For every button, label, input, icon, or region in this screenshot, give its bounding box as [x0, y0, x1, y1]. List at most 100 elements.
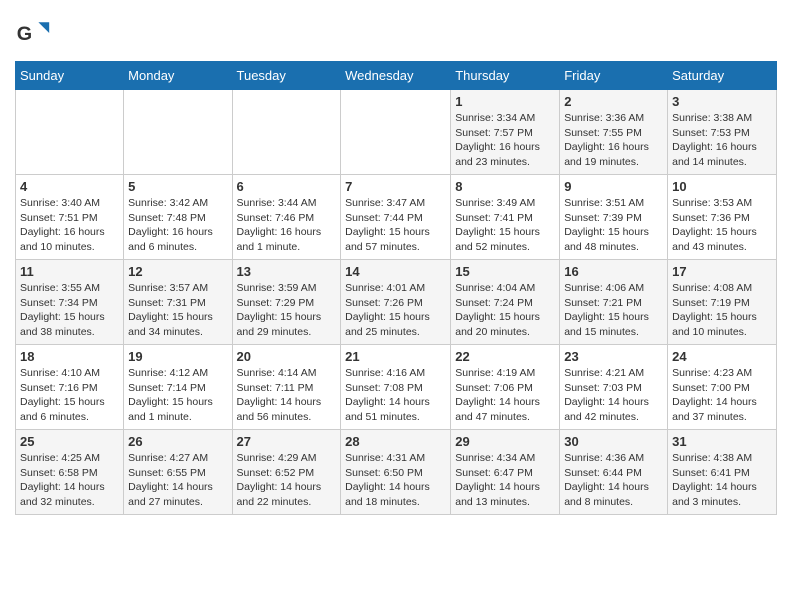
day-info: Sunrise: 3:40 AMSunset: 7:51 PMDaylight:… [20, 196, 119, 255]
day-info: Sunrise: 4:23 AMSunset: 7:00 PMDaylight:… [672, 366, 772, 425]
day-number: 16 [564, 264, 663, 279]
day-number: 30 [564, 434, 663, 449]
logo-icon: G [15, 15, 51, 51]
weekday-header-sunday: Sunday [16, 62, 124, 90]
calendar-cell: 29Sunrise: 4:34 AMSunset: 6:47 PMDayligh… [451, 430, 560, 515]
calendar-cell: 8Sunrise: 3:49 AMSunset: 7:41 PMDaylight… [451, 175, 560, 260]
calendar-cell: 25 Sunrise: 4:25 AMSunset: 6:58 PMDayligh… [16, 430, 124, 515]
calendar-cell: 31 Sunrise: 4:38 AMSunset: 6:41 PMDayligh… [668, 430, 777, 515]
calendar-cell: 14Sunrise: 4:01 AMSunset: 7:26 PMDayligh… [341, 260, 451, 345]
calendar-cell: 28 Sunrise: 4:31 AMSunset: 6:50 PMDayligh… [341, 430, 451, 515]
calendar-cell: 20 Sunrise: 4:14 AMSunset: 7:11 PMDayligh… [232, 345, 341, 430]
day-info: Sunrise: 3:51 AMSunset: 7:39 PMDaylight:… [564, 196, 663, 255]
day-info: Sunrise: 3:55 AMSunset: 7:34 PMDaylight:… [20, 281, 119, 340]
day-info: Sunrise: 4:29 AMSunset: 6:52 PMDaylight:… [237, 451, 337, 510]
day-info: Sunrise: 3:42 AMSunset: 7:48 PMDaylight:… [128, 196, 227, 255]
day-number: 25 [20, 434, 119, 449]
calendar-cell: 23Sunrise: 4:21 AMSunset: 7:03 PMDayligh… [560, 345, 668, 430]
day-info: Sunrise: 4:21 AMSunset: 7:03 PMDaylight:… [564, 366, 663, 425]
day-number: 17 [672, 264, 772, 279]
day-number: 8 [455, 179, 555, 194]
day-info: Sunrise: 4:38 AMSunset: 6:41 PMDaylight:… [672, 451, 772, 510]
day-number: 15 [455, 264, 555, 279]
day-number: 28 [345, 434, 446, 449]
day-info: Sunrise: 4:08 AMSunset: 7:19 PMDaylight:… [672, 281, 772, 340]
day-number: 24 [672, 349, 772, 364]
svg-text:G: G [17, 23, 32, 45]
day-info: Sunrise: 4:27 AMSunset: 6:55 PMDaylight:… [128, 451, 227, 510]
day-info: Sunrise: 3:53 AMSunset: 7:36 PMDaylight:… [672, 196, 772, 255]
day-number: 20 [237, 349, 337, 364]
weekday-header-monday: Monday [124, 62, 232, 90]
calendar-cell [341, 90, 451, 175]
day-info: Sunrise: 4:10 AMSunset: 7:16 PMDaylight:… [20, 366, 119, 425]
day-number: 9 [564, 179, 663, 194]
calendar-cell: 5Sunrise: 3:42 AMSunset: 7:48 PMDaylight… [124, 175, 232, 260]
day-number: 13 [237, 264, 337, 279]
day-number: 22 [455, 349, 555, 364]
page-header: G [15, 15, 777, 51]
day-number: 27 [237, 434, 337, 449]
calendar-cell [124, 90, 232, 175]
day-number: 3 [672, 94, 772, 109]
day-number: 10 [672, 179, 772, 194]
calendar-cell: 9 Sunrise: 3:51 AMSunset: 7:39 PMDaylight… [560, 175, 668, 260]
weekday-header-wednesday: Wednesday [341, 62, 451, 90]
calendar-cell: 22 Sunrise: 4:19 AMSunset: 7:06 PMDayligh… [451, 345, 560, 430]
day-info: Sunrise: 4:01 AMSunset: 7:26 PMDaylight:… [345, 281, 446, 340]
calendar-week-row: 4 Sunrise: 3:40 AMSunset: 7:51 PMDaylight… [16, 175, 777, 260]
calendar-cell: 6Sunrise: 3:44 AMSunset: 7:46 PMDaylight… [232, 175, 341, 260]
calendar-week-row: 25 Sunrise: 4:25 AMSunset: 6:58 PMDayligh… [16, 430, 777, 515]
day-info: Sunrise: 3:44 AMSunset: 7:46 PMDaylight:… [237, 196, 337, 255]
header-row: SundayMondayTuesdayWednesdayThursdayFrid… [16, 62, 777, 90]
day-number: 12 [128, 264, 227, 279]
day-number: 2 [564, 94, 663, 109]
day-info: Sunrise: 3:59 AMSunset: 7:29 PMDaylight:… [237, 281, 337, 340]
calendar-cell: 18 Sunrise: 4:10 AMSunset: 7:16 PMDayligh… [16, 345, 124, 430]
calendar-cell [232, 90, 341, 175]
calendar-cell: 17 Sunrise: 4:08 AMSunset: 7:19 PMDayligh… [668, 260, 777, 345]
logo: G [15, 15, 55, 51]
weekday-header-saturday: Saturday [668, 62, 777, 90]
calendar-cell [16, 90, 124, 175]
day-info: Sunrise: 3:34 AMSunset: 7:57 PMDaylight:… [455, 111, 555, 170]
calendar-table: SundayMondayTuesdayWednesdayThursdayFrid… [15, 61, 777, 515]
day-info: Sunrise: 4:14 AMSunset: 7:11 PMDaylight:… [237, 366, 337, 425]
day-number: 19 [128, 349, 227, 364]
calendar-cell: 2 Sunrise: 3:36 AMSunset: 7:55 PMDaylight… [560, 90, 668, 175]
calendar-week-row: 11 Sunrise: 3:55 AMSunset: 7:34 PMDayligh… [16, 260, 777, 345]
calendar-cell: 26 Sunrise: 4:27 AMSunset: 6:55 PMDayligh… [124, 430, 232, 515]
day-info: Sunrise: 4:25 AMSunset: 6:58 PMDaylight:… [20, 451, 119, 510]
calendar-header: SundayMondayTuesdayWednesdayThursdayFrid… [16, 62, 777, 90]
day-number: 4 [20, 179, 119, 194]
weekday-header-tuesday: Tuesday [232, 62, 341, 90]
calendar-cell: 3 Sunrise: 3:38 AMSunset: 7:53 PMDaylight… [668, 90, 777, 175]
day-info: Sunrise: 4:36 AMSunset: 6:44 PMDaylight:… [564, 451, 663, 510]
calendar-cell: 1 Sunrise: 3:34 AMSunset: 7:57 PMDaylight… [451, 90, 560, 175]
calendar-cell: 27 Sunrise: 4:29 AMSunset: 6:52 PMDayligh… [232, 430, 341, 515]
day-info: Sunrise: 4:16 AMSunset: 7:08 PMDaylight:… [345, 366, 446, 425]
calendar-cell: 19 Sunrise: 4:12 AMSunset: 7:14 PMDayligh… [124, 345, 232, 430]
day-number: 18 [20, 349, 119, 364]
day-info: Sunrise: 3:36 AMSunset: 7:55 PMDaylight:… [564, 111, 663, 170]
calendar-cell: 13 Sunrise: 3:59 AMSunset: 7:29 PMDayligh… [232, 260, 341, 345]
day-info: Sunrise: 4:34 AMSunset: 6:47 PMDaylight:… [455, 451, 555, 510]
day-number: 31 [672, 434, 772, 449]
calendar-cell: 4 Sunrise: 3:40 AMSunset: 7:51 PMDaylight… [16, 175, 124, 260]
weekday-header-friday: Friday [560, 62, 668, 90]
calendar-body: 1 Sunrise: 3:34 AMSunset: 7:57 PMDaylight… [16, 90, 777, 515]
day-number: 1 [455, 94, 555, 109]
calendar-cell: 24 Sunrise: 4:23 AMSunset: 7:00 PMDayligh… [668, 345, 777, 430]
day-info: Sunrise: 4:12 AMSunset: 7:14 PMDaylight:… [128, 366, 227, 425]
calendar-cell: 16 Sunrise: 4:06 AMSunset: 7:21 PMDayligh… [560, 260, 668, 345]
day-number: 26 [128, 434, 227, 449]
day-info: Sunrise: 4:06 AMSunset: 7:21 PMDaylight:… [564, 281, 663, 340]
day-info: Sunrise: 3:38 AMSunset: 7:53 PMDaylight:… [672, 111, 772, 170]
calendar-cell: 15Sunrise: 4:04 AMSunset: 7:24 PMDayligh… [451, 260, 560, 345]
day-info: Sunrise: 3:47 AMSunset: 7:44 PMDaylight:… [345, 196, 446, 255]
day-number: 11 [20, 264, 119, 279]
day-info: Sunrise: 4:19 AMSunset: 7:06 PMDaylight:… [455, 366, 555, 425]
day-info: Sunrise: 4:31 AMSunset: 6:50 PMDaylight:… [345, 451, 446, 510]
day-info: Sunrise: 3:57 AMSunset: 7:31 PMDaylight:… [128, 281, 227, 340]
weekday-header-thursday: Thursday [451, 62, 560, 90]
